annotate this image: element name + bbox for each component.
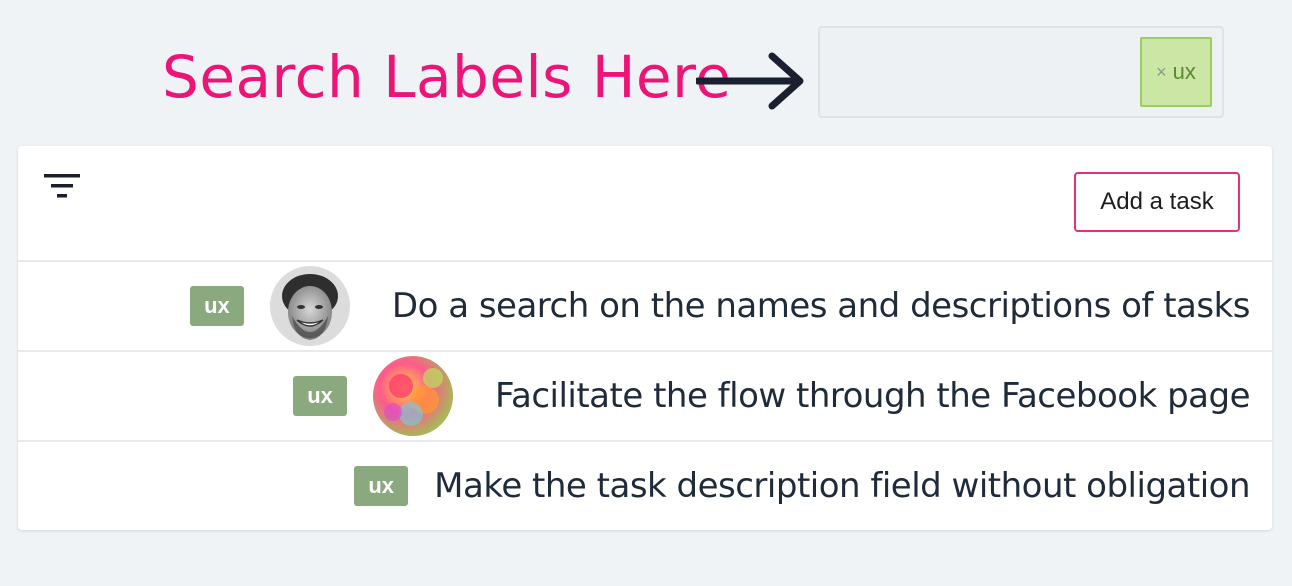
avatar xyxy=(373,356,454,436)
task-label-badge: ux xyxy=(354,466,409,506)
search-label-tag[interactable]: × ux xyxy=(1140,37,1212,107)
task-row[interactable]: ux Do a search on the names and descript… xyxy=(18,262,1272,352)
filter-icon[interactable] xyxy=(42,172,82,202)
task-label-badge: ux xyxy=(189,286,244,326)
arrow-right-icon xyxy=(696,52,804,110)
task-row[interactable]: ux Make the task description field witho… xyxy=(18,442,1272,530)
task-title: Make the task description field without … xyxy=(434,466,1250,506)
task-row[interactable]: ux Facilitate the flow through the Faceb… xyxy=(18,352,1272,442)
task-panel: Add a task ux Do a search on the names a… xyxy=(18,146,1272,530)
label-search-input[interactable]: × ux xyxy=(818,26,1224,118)
task-title: Facilitate the flow through the Facebook… xyxy=(495,376,1250,416)
task-label-badge: ux xyxy=(293,376,348,416)
avatar xyxy=(269,266,350,346)
remove-tag-icon[interactable]: × xyxy=(1156,62,1167,83)
annotation-label: Search Labels Here xyxy=(162,43,732,111)
add-task-button[interactable]: Add a task xyxy=(1074,172,1240,232)
search-tag-label: ux xyxy=(1172,59,1196,84)
panel-header: Add a task xyxy=(18,146,1272,262)
task-title: Do a search on the names and description… xyxy=(391,286,1251,326)
